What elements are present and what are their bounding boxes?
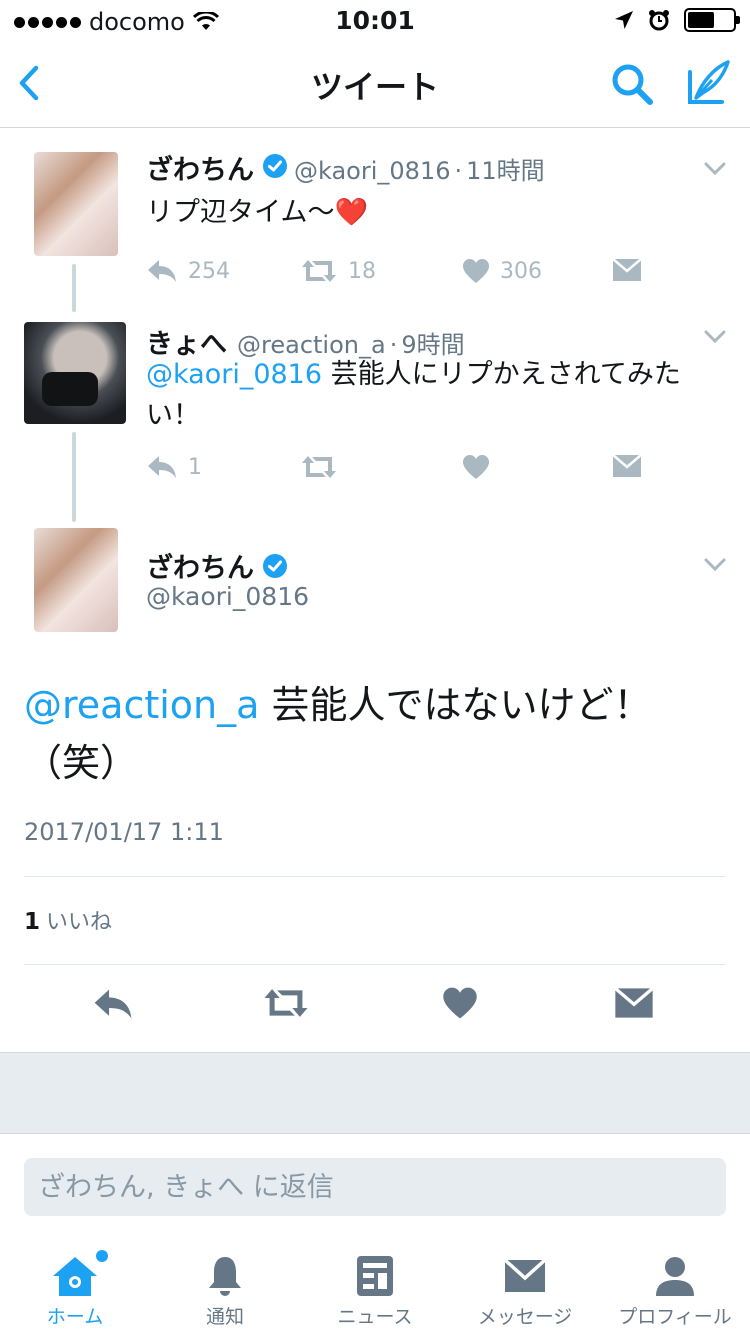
reply-count: 1 (188, 454, 202, 480)
mail-icon (503, 1258, 547, 1292)
like-label: いいね (46, 910, 113, 935)
author-handle: @kaori_0816 (294, 157, 451, 185)
author-name[interactable]: ざわちん (146, 546, 254, 585)
verified-badge-icon (263, 154, 287, 178)
tweet-text: リプ辺タイム〜❤️ (146, 197, 369, 228)
author-handle: @kaori_0816 (146, 582, 310, 611)
thread-tweet[interactable]: きょへ @reaction_a · 9時間 @kaori_0816 芸能人にリプ… (0, 308, 750, 518)
direct-message-button[interactable] (612, 258, 642, 282)
location-icon (615, 11, 633, 29)
reply-icon (148, 456, 176, 478)
divider (24, 964, 726, 965)
avatar[interactable] (24, 322, 126, 424)
chevron-down-icon[interactable] (704, 162, 726, 176)
likes-summary[interactable]: 1 いいね (24, 904, 112, 936)
thread-tweet[interactable]: ざわちん @kaori_0816 · 11時間 リプ辺タイム〜❤️ 254 18… (0, 128, 750, 308)
tab-label: メッセージ (477, 1306, 573, 1328)
focused-tweet-text: @reaction_a 芸能人ではないけど！（笑） (24, 676, 724, 792)
status-bar: docomo 10:01 (0, 0, 750, 40)
direct-message-button[interactable] (612, 454, 642, 478)
separator-dot: · (454, 157, 463, 185)
reply-button[interactable]: 1 (146, 454, 202, 480)
retweet-icon (302, 260, 336, 282)
tab-notifications[interactable]: 通知 (150, 1240, 300, 1334)
compose-tweet-icon[interactable] (682, 58, 732, 108)
thread-connector (72, 432, 76, 522)
person-icon (656, 1257, 694, 1296)
mail-icon[interactable] (614, 986, 654, 1020)
reply-icon[interactable] (92, 986, 134, 1022)
like-count: 306 (500, 258, 542, 284)
mail-icon (612, 454, 642, 477)
search-icon[interactable] (608, 60, 656, 108)
tab-home[interactable]: ホーム (0, 1240, 150, 1334)
retweet-button[interactable]: 18 (300, 258, 376, 284)
tab-bar: ホーム 通知 ニュース メッセージ プロフィール (0, 1240, 750, 1334)
retweet-button[interactable] (300, 454, 338, 480)
tab-label: ニュース (337, 1306, 413, 1328)
chevron-down-icon[interactable] (704, 330, 726, 344)
bell-icon (209, 1257, 241, 1296)
focused-tweet-actions (0, 986, 750, 1030)
tweet-actions: 254 18 306 (146, 258, 666, 288)
like-button[interactable]: 306 (462, 258, 542, 284)
author-name[interactable]: ざわちん (146, 148, 254, 187)
retweet-icon (302, 456, 336, 478)
tab-label: 通知 (205, 1306, 244, 1328)
tab-profile[interactable]: プロフィール (600, 1240, 750, 1334)
tweet-time: 11時間 (466, 157, 545, 185)
home-icon (53, 1257, 97, 1296)
tweet-actions: 1 (146, 454, 666, 484)
verified-badge-icon (263, 553, 287, 578)
like-button[interactable] (462, 454, 490, 480)
alarm-icon (649, 10, 669, 31)
tab-news[interactable]: ニュース (300, 1240, 450, 1334)
divider (24, 876, 726, 877)
thread-connector (72, 264, 76, 312)
navigation-bar: ツイート (0, 40, 750, 128)
tab-messages[interactable]: メッセージ (450, 1240, 600, 1334)
heart-icon[interactable] (442, 986, 478, 1020)
reply-input[interactable] (24, 1158, 726, 1216)
heart-icon (463, 455, 489, 479)
like-total: 1 (24, 909, 41, 935)
retweet-icon[interactable] (262, 986, 310, 1020)
focused-avatar[interactable] (34, 528, 118, 632)
tweet-text: @kaori_0816 芸能人にリプかえされてみたい！ (146, 354, 726, 436)
content-end-spacer (0, 1052, 750, 1134)
mention-link[interactable]: @reaction_a (24, 683, 259, 727)
chevron-down-icon[interactable] (704, 558, 726, 572)
notification-dot (96, 1250, 108, 1262)
avatar[interactable] (34, 152, 118, 256)
mail-icon (612, 258, 642, 281)
tab-label: ホーム (46, 1306, 104, 1328)
focused-author: ざわちん (146, 546, 294, 585)
reply-count: 254 (188, 258, 230, 284)
tweet-timestamp: 2017/01/17 1:11 (24, 818, 224, 846)
retweet-count: 18 (348, 258, 376, 284)
battery-icon (684, 8, 740, 32)
tab-label: プロフィール (618, 1306, 732, 1328)
reply-icon (148, 260, 176, 282)
mention-link[interactable]: @kaori_0816 (146, 359, 322, 390)
news-icon (357, 1256, 393, 1296)
heart-icon (463, 259, 489, 283)
reply-button[interactable]: 254 (146, 258, 230, 284)
